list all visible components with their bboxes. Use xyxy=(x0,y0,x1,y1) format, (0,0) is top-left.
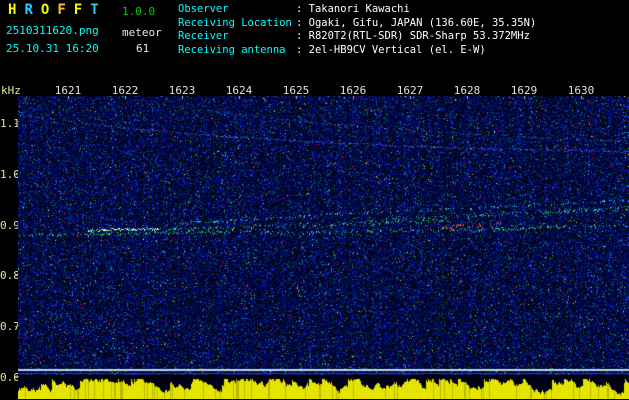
info-row: Receiver : R820T2(RTL-SDR) SDR-Sharp 53.3… xyxy=(178,30,536,44)
app-title-letter: T xyxy=(90,2,99,18)
freq-axis-label: 1.0 xyxy=(0,168,20,181)
freq-axis-label: 0.6 xyxy=(0,371,20,384)
app-title-letter: F xyxy=(73,2,83,18)
freq-axis-label: 1.1 xyxy=(0,117,20,130)
app-version: 1.0.0 xyxy=(122,5,156,18)
app-title-letter: H xyxy=(8,2,17,18)
info-block: Observer : Takanori Kawachi Receiving Loca… xyxy=(178,3,536,57)
info-row-value: : Takanori Kawachi xyxy=(296,3,410,15)
app-title-letter: R xyxy=(24,2,33,18)
freq-axis-label: 0.7 xyxy=(0,320,20,333)
info-row-value: : Ogaki, Gifu, JAPAN (136.60E, 35.35N) xyxy=(296,16,537,29)
freq-axis-label: 0.9 xyxy=(0,219,20,232)
info-row-label: Observer xyxy=(178,3,229,15)
info-row-value: : R820T2(RTL-SDR) SDR-Sharp 53.372MHz xyxy=(296,30,530,42)
observation-datetime: 25.10.31 16:20 xyxy=(6,42,99,55)
observation-mode: meteor xyxy=(122,26,162,39)
info-row: Receiving antenna : 2el-HB9CV Vertical (e… xyxy=(178,44,536,58)
spectrogram-canvas xyxy=(18,96,629,375)
app-title-letter: O xyxy=(40,2,50,18)
info-row: Receiving Location : Ogaki, Gifu, JAPAN (… xyxy=(178,17,536,31)
freq-axis-label: 0.8 xyxy=(0,269,20,282)
info-row: Observer : Takanori Kawachi xyxy=(178,3,536,17)
signal-level-bars-canvas xyxy=(18,377,629,399)
info-row-value: : 2el-HB9CV Vertical (el. E-W) xyxy=(296,43,486,56)
output-filename: 2510311620.png xyxy=(6,24,99,37)
info-row-label: Receiver xyxy=(178,30,229,42)
info-row-label: Receiving antenna xyxy=(178,43,286,56)
echo-count: 61 xyxy=(136,42,150,55)
app-title: HROFFT xyxy=(8,2,107,18)
hrofft-output: HROFFT 1.0.0 2510311620.png meteor 25.10… xyxy=(0,0,629,400)
info-row-label: Receiving Location xyxy=(178,16,292,29)
app-title-letter: F xyxy=(57,2,66,18)
